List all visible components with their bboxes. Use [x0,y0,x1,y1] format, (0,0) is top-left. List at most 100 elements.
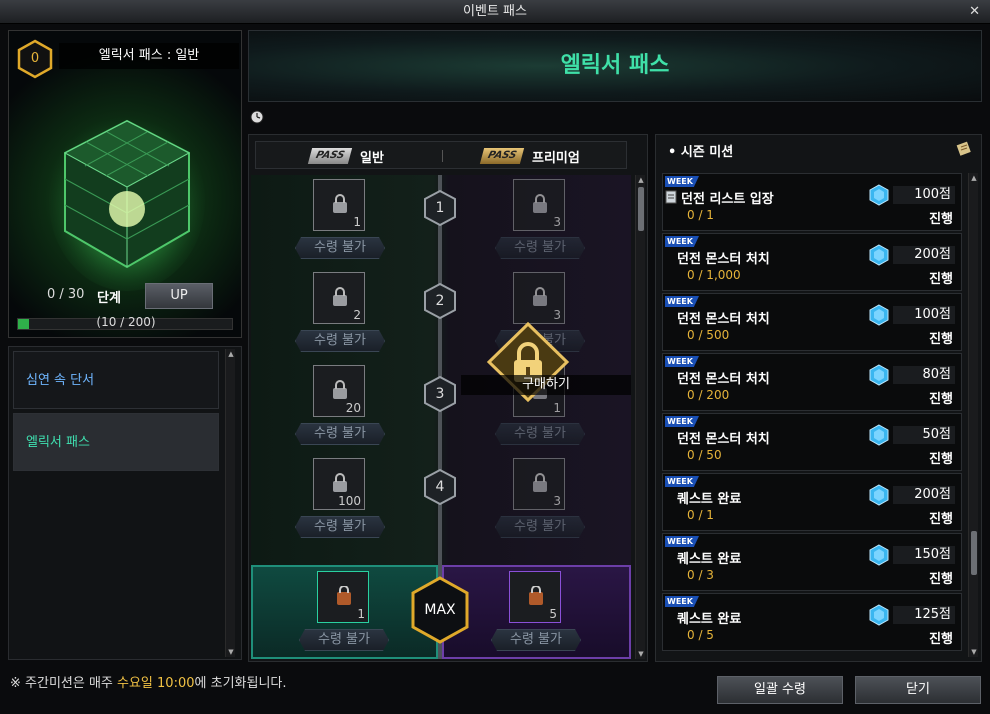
reward-box-normal[interactable]: 100 [313,458,365,510]
claim-button-max-normal[interactable]: 수령 불가 [299,629,389,651]
missions-scrollbar[interactable]: ▲ ▼ [968,173,978,657]
pass-banner: 엘릭서 패스 [248,30,982,102]
chest-icon [529,586,543,605]
mission-name: 퀘스트 완료 [677,612,742,627]
claim-button-normal[interactable]: 수령 불가 [295,516,385,538]
window-title: 이벤트 패스 [463,4,527,19]
reward-track: 1 수령 불가 3 수령 불가 1 2 수령 불가 3 수령 불가 2 20 수령 불가 1 수령 불가 3… [251,175,631,659]
mission-points: 150점 [893,546,955,564]
mission-row[interactable]: WEEK 던전 몬스터 처치 0 / 200 80점 진행 [662,353,962,411]
mission-name: 던전 몬스터 처치 [677,252,770,267]
track-header: PASS 일반 PASS 프리미엄 [255,141,627,169]
level-number: 0 [30,51,40,66]
scroll-down-icon[interactable]: ▼ [226,647,236,657]
gem-icon [869,244,889,266]
claim-button-normal[interactable]: 수령 불가 [295,330,385,352]
claim-button-premium[interactable]: 수령 불가 [495,423,585,445]
scroll-thumb[interactable] [638,187,644,231]
menu-item-abyss-clue[interactable]: 심연 속 단서 [13,351,219,409]
mission-points: 200점 [893,486,955,504]
reward-box-max-normal[interactable]: 1 [317,571,369,623]
mission-row[interactable]: WEEK 퀘스트 완료 0 / 5 125점 진행 [662,593,962,651]
claim-button-normal[interactable]: 수령 불가 [295,423,385,445]
reward-qty: 100 [338,494,361,508]
lock-icon [533,287,547,306]
week-badge: WEEK [665,176,699,187]
lock-icon [333,380,347,399]
mission-row[interactable]: WEEK 던전 리스트 입장 0 / 1 100점 진행 [662,173,962,231]
claim-button-premium[interactable]: 수령 불가 [495,516,585,538]
menu-scrollbar[interactable]: ▲ ▼ [225,349,235,657]
reward-qty: 3 [553,215,561,229]
menu-item-elixir-pass[interactable]: 엘릭서 패스 [13,413,219,471]
lock-icon [533,194,547,213]
reward-box-normal[interactable]: 2 [313,272,365,324]
mission-name: 던전 몬스터 처치 [677,372,770,387]
missions-header: • 시즌 미션 [668,141,733,160]
mission-row[interactable]: WEEK 던전 몬스터 처치 0 / 50 50점 진행 [662,413,962,471]
mission-name: 던전 몬스터 처치 [677,312,770,327]
mission-points: 100점 [893,186,955,204]
scroll-thumb[interactable] [971,531,977,575]
pass-track-panel: PASS 일반 PASS 프리미엄 1 수령 불가 3 수령 불가 1 2 수령 불가 3 수령… [248,134,648,662]
pass-card: 0 엘릭서 패스 : 일반 0 / 30 단계 UP (10 / 200) [8,30,242,338]
scroll-up-icon[interactable]: ▲ [226,349,236,359]
mission-points: 125점 [893,606,955,624]
lock-icon [533,473,547,492]
mission-points: 100점 [893,306,955,324]
mission-row[interactable]: WEEK 던전 몬스터 처치 0 / 500 100점 진행 [662,293,962,351]
mission-status: 진행 [929,212,953,227]
mission-row[interactable]: WEEK 던전 몬스터 처치 0 / 1,000 200점 진행 [662,233,962,291]
week-badge: WEEK [665,236,699,247]
claim-all-button[interactable]: 일괄 수령 [717,676,843,704]
scroll-down-icon[interactable]: ▼ [636,649,646,659]
reward-qty: 1 [353,215,361,229]
mission-status: 진행 [929,272,953,287]
reward-box-premium[interactable]: 3 [513,272,565,324]
close-button[interactable]: 닫기 [855,676,981,704]
pass-tag-normal: PASS [307,148,353,164]
reward-box-premium[interactable]: 3 [513,179,565,231]
mission-row[interactable]: WEEK 퀘스트 완료 0 / 3 150점 진행 [662,533,962,591]
notice-day: 수요일 [117,676,153,691]
banner-title: 엘릭서 패스 [560,53,670,78]
reward-box-premium[interactable]: 3 [513,458,565,510]
week-badge: WEEK [665,296,699,307]
claim-button-max-premium[interactable]: 수령 불가 [491,629,581,651]
reward-box-normal[interactable]: 1 [313,179,365,231]
reward-box-max-premium[interactable]: 5 [509,571,561,623]
scroll-up-icon[interactable]: ▲ [636,175,646,185]
stage-number-badge: 3 [423,375,457,413]
mission-status: 진행 [929,512,953,527]
pass-tag-premium: PASS [479,148,525,164]
tab-premium: 프리미엄 [532,151,580,166]
buy-button[interactable]: 구매하기 [461,375,631,395]
premium-lock-icon[interactable] [463,320,593,410]
mission-row[interactable]: WEEK 퀘스트 완료 0 / 1 200점 진행 [662,473,962,531]
reward-box-normal[interactable]: 20 [313,365,365,417]
mission-status: 진행 [929,572,953,587]
scroll-icon[interactable] [955,139,973,157]
missions-title: 시즌 미션 [680,145,734,160]
tab-divider [442,150,443,162]
reward-qty: 1 [357,607,365,621]
track-scrollbar[interactable]: ▲ ▼ [635,175,645,659]
scroll-up-icon[interactable]: ▲ [969,173,979,183]
notice-prefix: ※ 주간미션은 매주 [10,676,118,691]
gem-icon [869,484,889,506]
mission-points: 200점 [893,246,955,264]
gem-icon [869,604,889,626]
claim-button-premium[interactable]: 수령 불가 [495,237,585,259]
reward-qty: 5 [549,607,557,621]
gem-icon [869,364,889,386]
bullet-icon: • [668,145,681,160]
elixir-cube-image [49,111,205,291]
reward-qty: 20 [345,401,361,415]
claim-button-normal[interactable]: 수령 불가 [295,237,385,259]
close-icon[interactable]: ✕ [969,0,980,24]
scroll-down-icon[interactable]: ▼ [969,647,979,657]
mission-progress: 0 / 500 [687,328,730,342]
week-badge: WEEK [665,416,699,427]
up-button[interactable]: UP [145,283,213,309]
mission-name: 퀘스트 완료 [677,552,742,567]
